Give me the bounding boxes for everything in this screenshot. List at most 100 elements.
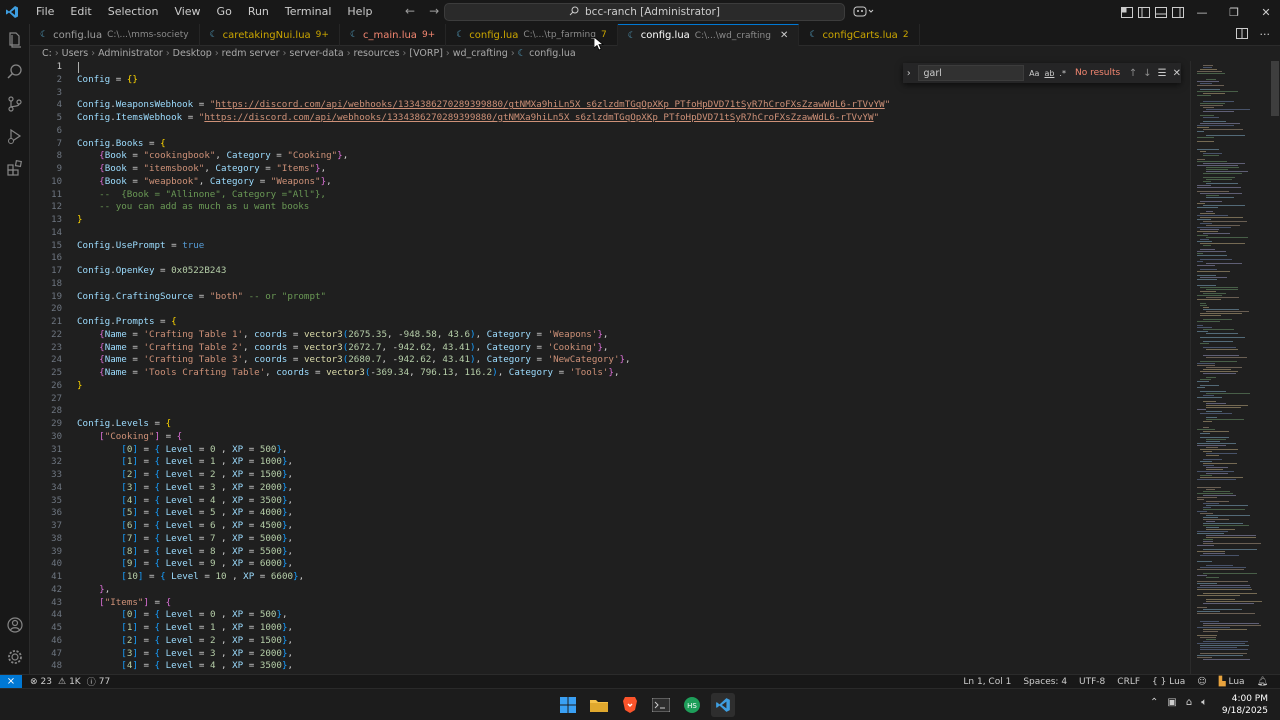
toggle-primary-sidebar-icon[interactable] <box>1135 0 1152 24</box>
chevron-up-icon[interactable]: ⌃ <box>1150 697 1158 708</box>
minimap-line <box>1206 417 1217 418</box>
breadcrumb-item[interactable]: [VORP] <box>409 48 443 59</box>
tab-config-mms-society[interactable]: ☾ config.lua C:\...\mms-society <box>30 24 200 46</box>
minimap-line <box>1197 493 1233 494</box>
accounts-icon[interactable] <box>0 609 30 641</box>
windows-start-icon[interactable] <box>556 693 580 717</box>
toggle-panel-icon[interactable] <box>1152 0 1169 24</box>
tab-config-tp-farming[interactable]: ☾ config.lua C:\...\tp_farming 7 <box>446 24 618 46</box>
more-actions-icon[interactable]: ··· <box>1260 28 1271 42</box>
minimap-line <box>1197 327 1212 328</box>
network-icon[interactable]: ⌂ <box>1186 697 1192 708</box>
breadcrumb-item[interactable]: C: <box>42 48 52 59</box>
terminal-icon[interactable] <box>649 693 673 717</box>
indentation[interactable]: Spaces: 4 <box>1023 677 1067 687</box>
maximize-icon[interactable]: ❐ <box>1218 0 1250 24</box>
menu-run[interactable]: Run <box>240 0 277 24</box>
breadcrumb-item[interactable]: wd_crafting <box>453 48 508 59</box>
line-number: 40 <box>51 559 62 570</box>
minimap-line <box>1206 183 1238 184</box>
minimap-line <box>1200 475 1212 476</box>
clock[interactable]: 4:00 PM 9/18/2025 <box>1222 693 1268 717</box>
tab-config-wd-crafting[interactable]: ☾ config.lua C:\...\wd_crafting ✕ <box>617 24 800 46</box>
minimap-line <box>1203 573 1257 574</box>
tab-caretakingnui[interactable]: ☾ caretakingNui.lua 9+ <box>200 24 340 46</box>
brave-browser-icon[interactable] <box>618 693 642 717</box>
close-find-icon[interactable]: ✕ <box>1173 68 1181 79</box>
copilot-icon[interactable] <box>853 4 875 21</box>
find-in-selection-icon[interactable]: ☰ <box>1158 68 1167 79</box>
breadcrumb-item[interactable]: redm server <box>222 48 280 59</box>
extensions-icon[interactable] <box>0 152 30 184</box>
search-icon[interactable] <box>0 56 30 88</box>
menu-view[interactable]: View <box>166 0 208 24</box>
breadcrumb-item[interactable]: resources <box>354 48 400 59</box>
minimap-slider[interactable] <box>1271 61 1279 116</box>
minimap-line <box>1200 371 1238 372</box>
breadcrumb-item[interactable]: Desktop <box>173 48 212 59</box>
breadcrumb-item[interactable]: Administrator <box>98 48 163 59</box>
menu-terminal[interactable]: Terminal <box>277 0 340 24</box>
previous-match-arrow-icon[interactable]: ↑ <box>1129 68 1137 79</box>
breadcrumb-item[interactable]: server-data <box>289 48 343 59</box>
copilot-status-icon[interactable]: ☺ <box>1197 677 1206 687</box>
encoding[interactable]: UTF-8 <box>1079 677 1105 687</box>
lua-server-status[interactable]: ▙ Lua <box>1219 677 1245 687</box>
notifications-bell-icon[interactable]: 🔔︎ <box>1257 677 1268 687</box>
next-match-arrow-icon[interactable]: ↓ <box>1143 68 1151 79</box>
remote-indicator-icon[interactable]: ⨯ <box>0 674 22 689</box>
tray-app-icon[interactable]: ▣ <box>1167 697 1176 708</box>
code-line: [6] = { Level = 6 , XP = 4500}, <box>121 520 294 531</box>
code-editor[interactable]: 1 2 3 4 5 6 7 8 9 10 11 12 13 14 15 16 17 18 19 20 21 22 23 24 2… <box>30 61 1190 674</box>
problems-summary[interactable]: ⊗ 23 ⚠ 1K ⓘ 77 <box>30 675 110 689</box>
vscode-taskbar-icon[interactable] <box>711 693 735 717</box>
explorer-icon[interactable] <box>0 24 30 56</box>
find-input[interactable]: garl <box>918 65 1025 81</box>
back-arrow-icon[interactable]: ← <box>405 4 415 18</box>
minimap-line <box>1203 593 1257 594</box>
menu-go[interactable]: Go <box>209 0 240 24</box>
settings-gear-icon[interactable] <box>0 641 30 673</box>
minimap-line <box>1203 503 1219 504</box>
menu-edit[interactable]: Edit <box>62 0 99 24</box>
tab-configcarts[interactable]: ☾ configCarts.lua 2 <box>799 24 920 46</box>
cursor-position[interactable]: Ln 1, Col 1 <box>963 677 1011 687</box>
menu-file[interactable]: File <box>28 0 62 24</box>
customize-layout-icon[interactable] <box>1118 0 1135 24</box>
file-explorer-icon[interactable] <box>587 693 611 717</box>
toggle-secondary-sidebar-icon[interactable] <box>1169 0 1186 24</box>
tab-c-main[interactable]: ☾ c_main.lua 9+ <box>340 24 447 46</box>
end-of-line[interactable]: CRLF <box>1117 677 1140 687</box>
menu-selection[interactable]: Selection <box>100 0 167 24</box>
line-number: 13 <box>51 215 62 225</box>
minimap-line <box>1197 265 1215 266</box>
hs-app-icon[interactable]: HS <box>680 693 704 717</box>
source-control-icon[interactable] <box>0 88 30 120</box>
language-mode[interactable]: { } Lua <box>1152 677 1185 687</box>
minimap-line <box>1203 641 1248 642</box>
volume-icon[interactable]: 🔈︎ <box>1201 697 1207 708</box>
minimap-line <box>1200 213 1215 214</box>
split-editor-icon[interactable] <box>1235 28 1248 42</box>
breadcrumb-item[interactable]: Users <box>62 48 89 59</box>
close-tab-icon[interactable]: ✕ <box>780 30 788 41</box>
match-whole-word-toggle[interactable]: ab <box>1044 69 1054 78</box>
run-debug-icon[interactable] <box>0 120 30 152</box>
line-number: 3 <box>56 87 62 98</box>
menu-help[interactable]: Help <box>339 0 380 24</box>
match-case-toggle[interactable]: Aa <box>1029 69 1039 78</box>
code-line: [4] = { Level = 4 , XP = 3500}, <box>121 660 294 672</box>
line-number: 8 <box>56 151 62 162</box>
minimap[interactable] <box>1190 61 1280 674</box>
minimap-line <box>1200 461 1212 462</box>
breadcrumb-item[interactable]: config.lua <box>529 48 576 59</box>
minimize-icon[interactable]: — <box>1186 0 1218 24</box>
forward-arrow-icon[interactable]: → <box>429 4 439 18</box>
line-number: 25 <box>51 368 62 378</box>
command-center[interactable]: bcc-ranch [Administrator] <box>444 3 845 21</box>
close-window-icon[interactable]: ✕ <box>1250 0 1280 24</box>
use-regex-toggle[interactable]: .* <box>1059 69 1066 78</box>
toggle-replace-chevron-icon[interactable]: › <box>903 68 914 79</box>
code-content[interactable]: Config = {} Config.WeaponsWebhook = "htt… <box>77 61 890 674</box>
